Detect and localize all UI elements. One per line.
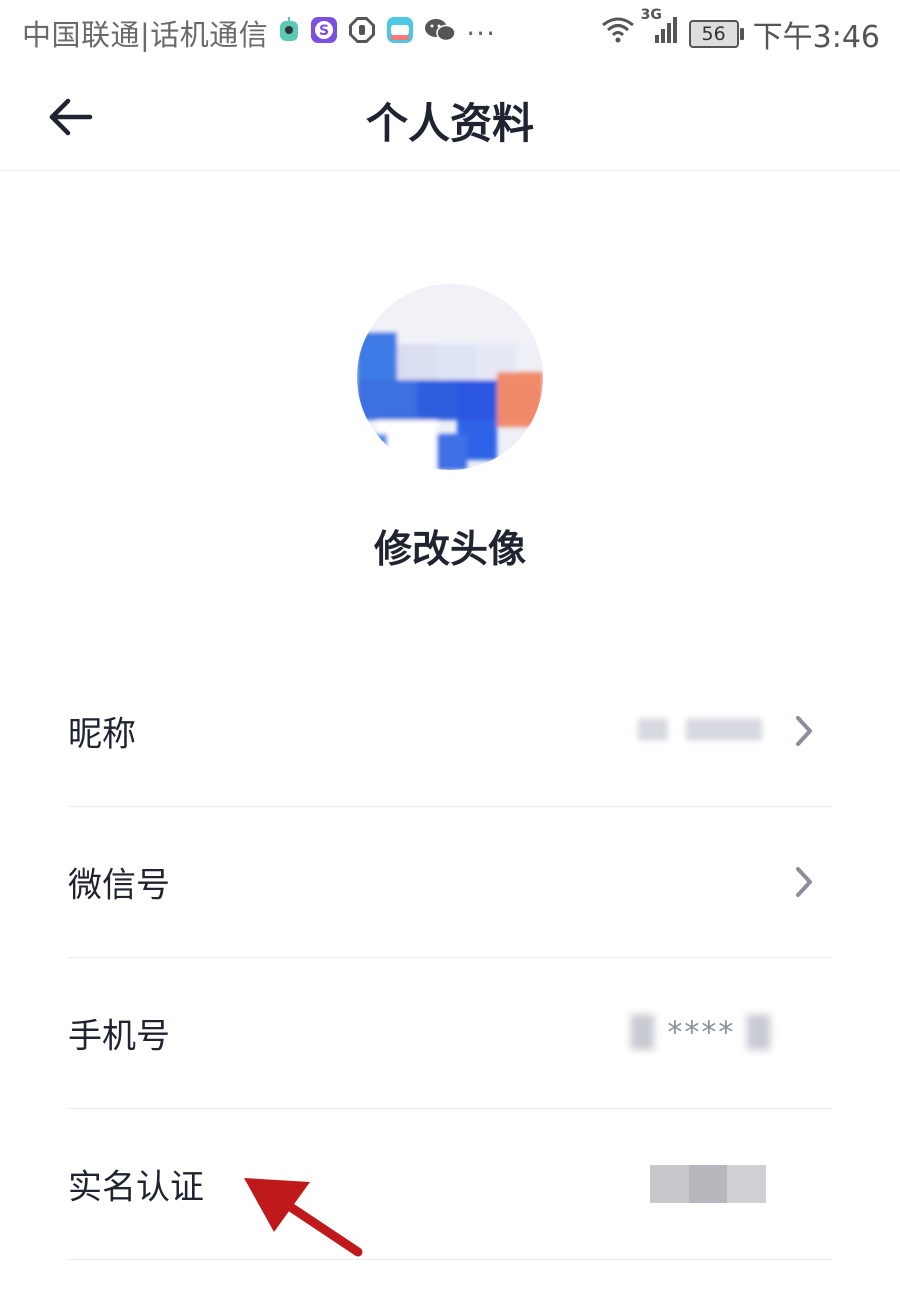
profile-list: 昵称 微信号 手机号 █ **** █ 实名认证 xyxy=(68,656,832,1260)
status-right: 3G 56 下午3:46 xyxy=(601,7,880,56)
chevron-right-icon xyxy=(796,867,812,897)
list-item-nickname[interactable]: 昵称 xyxy=(68,656,832,807)
cellular-signal-icon: 3G xyxy=(641,7,677,53)
status-time: 下午3:46 xyxy=(752,20,880,55)
nickname-value-blurred xyxy=(638,714,762,749)
phone-suffix-blurred: █ xyxy=(746,1015,772,1051)
real-name-verification-label: 实名认证 xyxy=(68,1167,204,1208)
battery-icon: 56 xyxy=(688,20,744,48)
annotation-arrow-icon xyxy=(244,1178,363,1257)
avatar[interactable] xyxy=(357,284,543,470)
phone-prefix-blurred: █ xyxy=(630,1015,656,1051)
soul-app-icon: S xyxy=(310,16,338,51)
list-item-real-name-verification[interactable]: 实名认证 xyxy=(68,1109,832,1260)
wifi-icon xyxy=(601,16,635,52)
phone-value: █ **** █ xyxy=(631,1016,772,1051)
status-bar: 中国联通|话机通信 S ··· 3G 56 下午3:46 xyxy=(0,0,900,64)
phone-masked-digits: **** xyxy=(667,1015,736,1051)
list-item-phone[interactable]: 手机号 █ **** █ xyxy=(68,958,832,1109)
page-title: 个人资料 xyxy=(365,99,534,148)
yutu-app-icon xyxy=(386,16,414,51)
list-item-wechat-id[interactable]: 微信号 xyxy=(68,807,832,958)
robot-app-icon xyxy=(278,16,300,50)
verification-status-pixelated xyxy=(650,1165,767,1203)
nickname-label: 昵称 xyxy=(68,714,136,755)
more-notifications-indicator: ··· xyxy=(466,16,496,50)
wechat-app-icon xyxy=(424,16,457,50)
navigation-bar: 个人资料 xyxy=(0,64,900,171)
status-left: 中国联通|话机通信 S ··· xyxy=(22,12,496,54)
change-avatar-button[interactable]: 修改头像 xyxy=(0,518,900,573)
stop-hand-app-icon xyxy=(348,16,376,51)
phone-label: 手机号 xyxy=(68,1016,170,1057)
chevron-right-icon xyxy=(796,716,812,746)
svg-text:S: S xyxy=(319,23,329,39)
wechat-id-label: 微信号 xyxy=(68,865,170,906)
network-type-label: 3G xyxy=(640,7,662,23)
avatar-image xyxy=(357,284,543,470)
carrier-label: 中国联通|话机通信 xyxy=(22,18,269,52)
